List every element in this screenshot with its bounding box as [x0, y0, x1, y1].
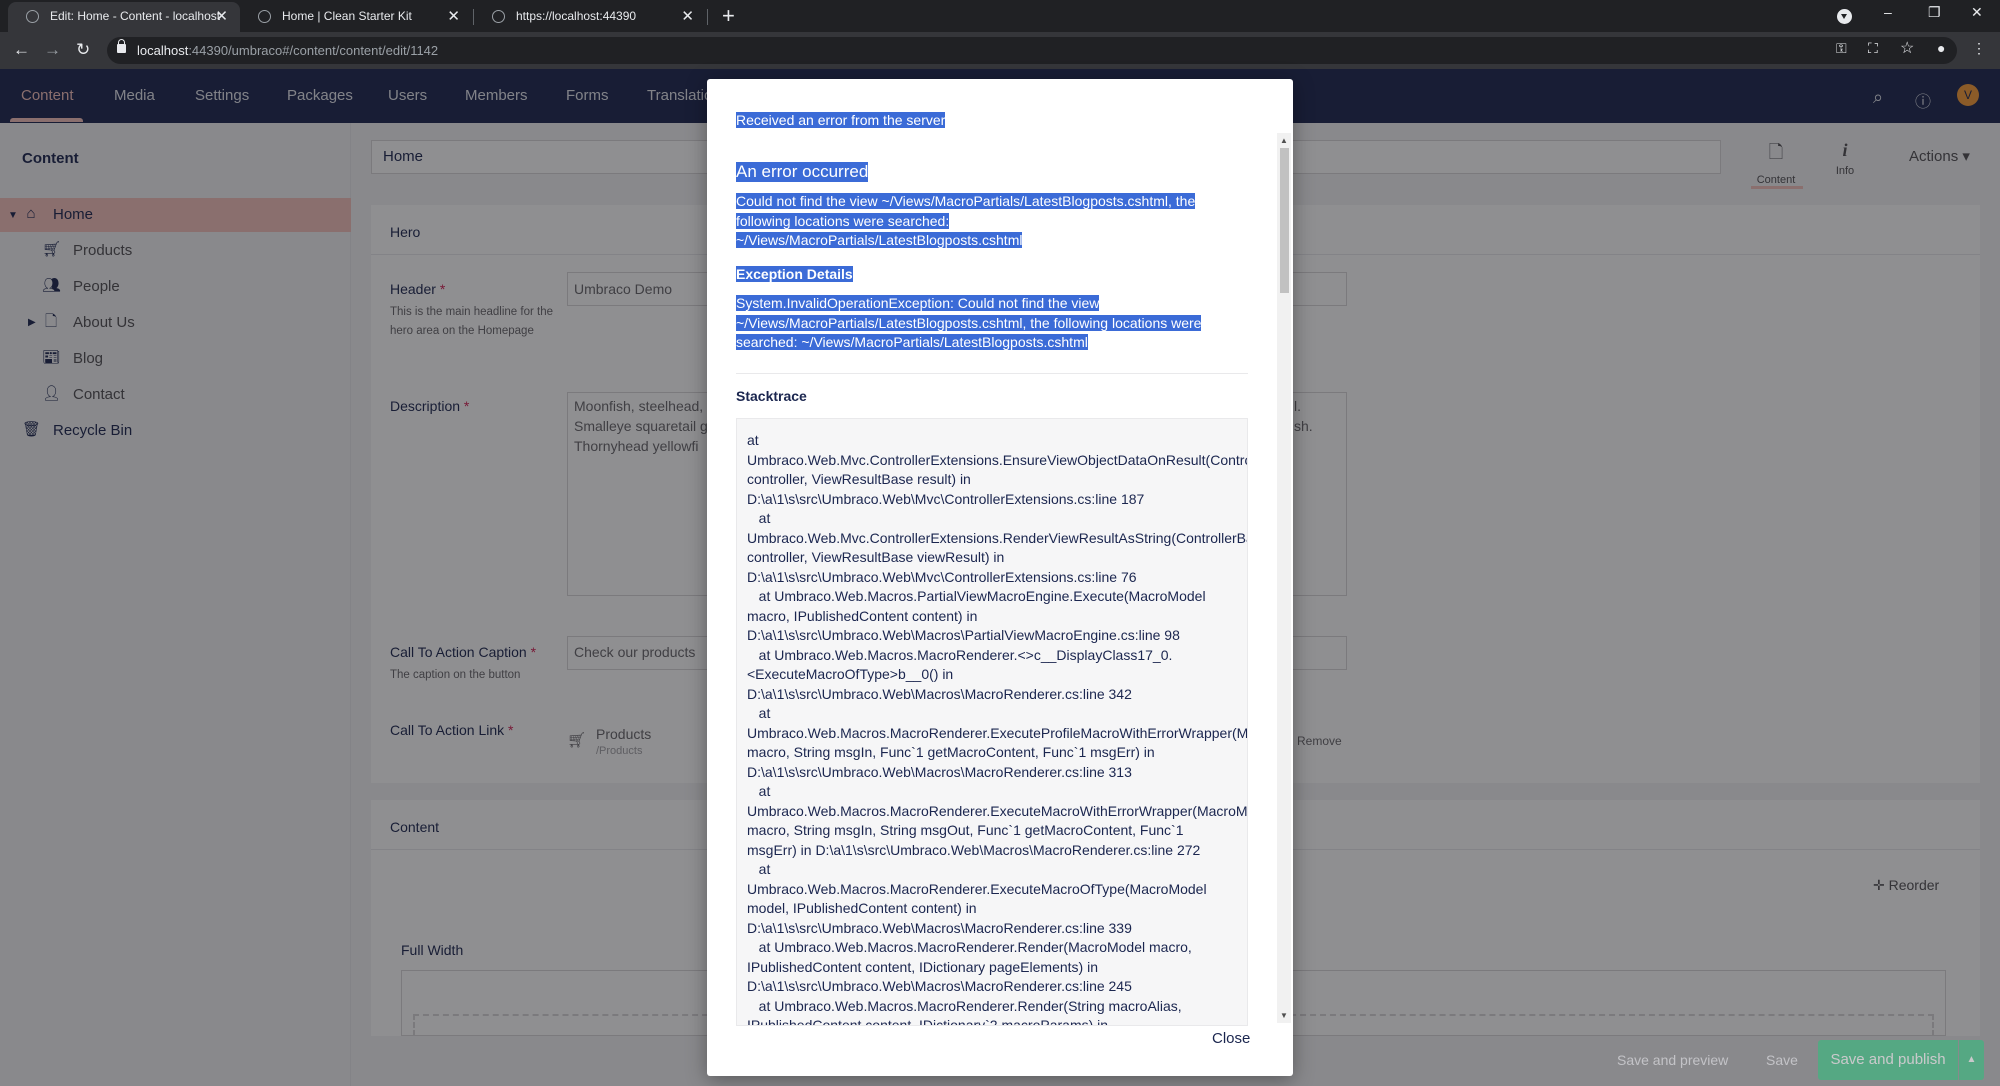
stacktrace-line: at	[747, 861, 771, 877]
stacktrace-line: at	[747, 705, 771, 721]
reload-icon[interactable]: ↻	[76, 40, 90, 60]
tab-title: https://localhost:44390	[516, 9, 637, 23]
stacktrace-line: model, IPublishedContent content) in	[747, 900, 977, 916]
scroll-up-icon[interactable]: ▲	[1280, 136, 1288, 145]
browser-tab-clean-starter[interactable]: Home | Clean Starter Kit ✕	[240, 2, 472, 32]
profile-icon[interactable]: ●	[1937, 40, 1945, 56]
browser-toolbar: ← → ↻ localhost:44390/umbraco#/content/c…	[0, 32, 2000, 69]
globe-icon	[492, 10, 505, 23]
close-button[interactable]: Close	[1212, 1030, 1250, 1047]
error-message: Could not find the view ~/Views/MacroPar…	[736, 193, 1196, 248]
stacktrace-line: <ExecuteMacroOfType>b__0() in	[747, 666, 954, 682]
dialog-divider	[736, 373, 1248, 374]
stacktrace-line: IPublishedContent content, IDictionary p…	[747, 958, 1098, 975]
new-tab-icon[interactable]: +	[722, 3, 735, 29]
dialog-title: Received an error from the server	[736, 112, 946, 128]
stacktrace-line: controller, ViewResultBase viewResult) i…	[747, 549, 1005, 565]
close-tab-icon[interactable]: ✕	[215, 7, 228, 25]
tab-title: Edit: Home - Content - localhost	[50, 9, 221, 23]
stacktrace-line: Umbraco.Web.Macros.MacroRenderer.Execute…	[747, 724, 1248, 741]
url-text: localhost:44390/umbraco#/content/content…	[137, 43, 439, 58]
tab-separator	[707, 9, 708, 25]
close-tab-icon[interactable]: ✕	[681, 7, 694, 25]
save-and-publish-button[interactable]: Save and publish	[1818, 1040, 1958, 1080]
save-button[interactable]: Save	[1766, 1052, 1798, 1068]
star-icon[interactable]: ☆	[1900, 38, 1914, 58]
stacktrace-line: D:\a\1\s\src\Umbraco.Web\Mvc\ControllerE…	[747, 568, 1137, 585]
stacktrace-line: D:\a\1\s\src\Umbraco.Web\Macros\MacroRen…	[747, 978, 1132, 994]
stacktrace-line: D:\a\1\s\src\Umbraco.Web\Macros\MacroRen…	[747, 763, 1132, 780]
stacktrace-line: D:\a\1\s\src\Umbraco.Web\Macros\PartialV…	[747, 627, 1180, 643]
browser-tab-edit-home[interactable]: Edit: Home - Content - localhost ✕	[8, 2, 240, 32]
stacktrace-line: macro, IPublishedContent content) in	[747, 607, 978, 624]
browser-tab-localhost[interactable]: https://localhost:44390 ✕	[474, 2, 706, 32]
stacktrace-line: IPublishedContent content, IDictionary`2…	[747, 1017, 1109, 1026]
stacktrace-line: D:\a\1\s\src\Umbraco.Web\Mvc\ControllerE…	[747, 490, 1145, 507]
tab-title: Home | Clean Starter Kit	[282, 9, 412, 23]
stacktrace-line: macro, String msgIn, Func`1 getMacroCont…	[747, 744, 1155, 760]
stacktrace-line: macro, String msgIn, String msgOut, Func…	[747, 822, 1184, 838]
stacktrace-line: at Umbraco.Web.Macros.PartialViewMacroEn…	[747, 588, 1206, 604]
exception-details: System.InvalidOperationException: Could …	[736, 295, 1202, 350]
stacktrace-line: msgErr) in D:\a\1\s\src\Umbraco.Web\Macr…	[747, 841, 1201, 858]
menu-icon[interactable]: ⋮	[1972, 40, 1986, 57]
scroll-down-icon[interactable]: ▼	[1280, 1011, 1288, 1020]
chevron-down-icon[interactable]: ▲	[1959, 1040, 1984, 1080]
stacktrace-line: D:\a\1\s\src\Umbraco.Web\Macros\MacroRen…	[747, 685, 1132, 702]
restore-icon[interactable]: ❐	[1928, 4, 1941, 21]
save-and-preview-button[interactable]: Save and preview	[1617, 1052, 1728, 1068]
stacktrace-line: at Umbraco.Web.Macros.MacroRenderer.Rend…	[747, 997, 1182, 1014]
lock-icon	[117, 39, 126, 53]
stacktrace-line: Umbraco.Web.Macros.MacroRenderer.Execute…	[747, 802, 1248, 819]
minimize-icon[interactable]: –	[1884, 4, 1892, 20]
stacktrace-line: at Umbraco.Web.Macros.MacroRenderer.Rend…	[747, 939, 1192, 955]
stacktrace-line: at	[747, 783, 771, 799]
exception-details-label: Exception Details	[736, 266, 853, 282]
stacktrace-line: Umbraco.Web.Mvc.ControllerExtensions.Ren…	[747, 529, 1248, 546]
browser-tab-bar: Edit: Home - Content - localhost ✕ Home …	[0, 0, 2000, 32]
key-icon[interactable]: ⚿	[1836, 40, 1847, 57]
stacktrace-text: at Umbraco.Web.Mvc.ControllerExtensions.E…	[747, 431, 1248, 1026]
stacktrace-line: controller, ViewResultBase result) in	[747, 471, 971, 487]
stacktrace-line: at	[747, 432, 759, 448]
close-tab-icon[interactable]: ✕	[447, 7, 460, 25]
translate-icon[interactable]: ⛶	[1868, 40, 1878, 57]
forward-icon[interactable]: →	[44, 40, 61, 60]
stacktrace-line: D:\a\1\s\src\Umbraco.Web\Macros\MacroRen…	[747, 919, 1132, 936]
back-icon[interactable]: ←	[13, 40, 30, 60]
stacktrace-line: at	[747, 510, 771, 526]
error-heading: An error occurred	[736, 162, 869, 182]
stacktrace-label: Stacktrace	[736, 388, 807, 404]
stacktrace-line: Umbraco.Web.Macros.MacroRenderer.Execute…	[747, 880, 1207, 897]
tab-search-icon[interactable]	[1837, 9, 1852, 24]
address-bar[interactable]: localhost:44390/umbraco#/content/content…	[107, 37, 1957, 64]
globe-icon	[258, 10, 271, 23]
scrollbar-thumb[interactable]	[1280, 148, 1289, 293]
stacktrace-line: at Umbraco.Web.Macros.MacroRenderer.<>c_…	[747, 646, 1173, 663]
stacktrace-box[interactable]: at Umbraco.Web.Mvc.ControllerExtensions.E…	[736, 418, 1248, 1026]
globe-icon	[26, 10, 39, 23]
close-window-icon[interactable]: ✕	[1971, 4, 1983, 21]
stacktrace-line: Umbraco.Web.Mvc.ControllerExtensions.Ens…	[747, 451, 1248, 468]
